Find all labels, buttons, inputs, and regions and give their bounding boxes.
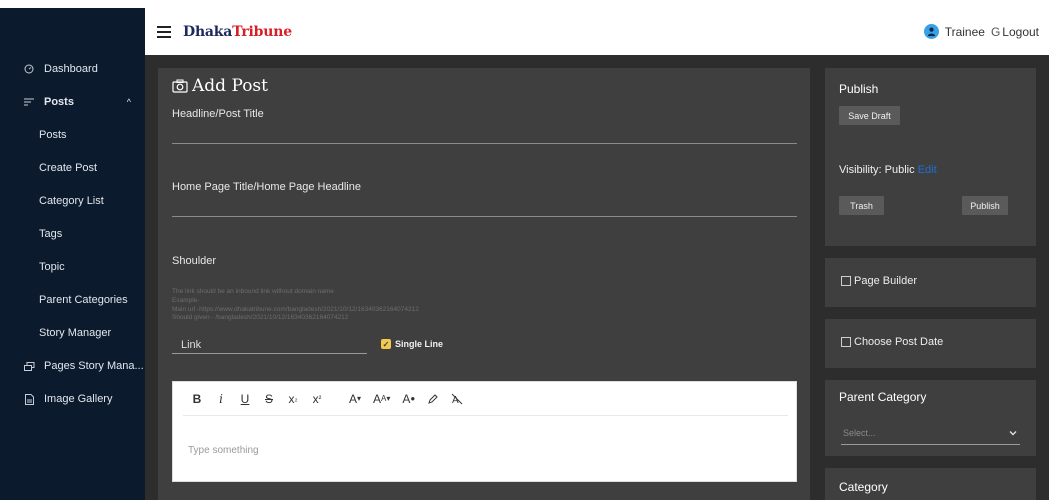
logout-button[interactable]: G Logout bbox=[991, 25, 1039, 39]
document-icon bbox=[22, 393, 36, 405]
visibility-edit-link[interactable]: Edit bbox=[918, 164, 937, 176]
dashboard-icon bbox=[22, 64, 36, 74]
clear-format-icon[interactable]: A bbox=[451, 391, 463, 407]
brand-logo[interactable]: DhakaTribune bbox=[183, 24, 292, 40]
choose-post-date-checkbox[interactable]: Choose Post Date bbox=[841, 336, 943, 348]
trash-button[interactable]: Trash bbox=[839, 196, 884, 215]
page-builder-checkbox[interactable]: Page Builder bbox=[841, 275, 917, 287]
editor-toolbar: B i U S x₂ x² A ▾ A A▾ A ● A bbox=[183, 382, 788, 416]
sidebar-item-label: Image Gallery bbox=[44, 393, 113, 405]
headline-label: Headline/Post Title bbox=[172, 108, 264, 120]
publish-card: Publish Save Draft Visibility: Public Ed… bbox=[825, 68, 1036, 246]
sidebar-item-posts[interactable]: Posts ^ bbox=[0, 91, 145, 113]
sidebar-item-pages-story-manager[interactable]: Pages Story Mana... bbox=[0, 355, 145, 377]
sidebar-subitem-category-list[interactable]: Category List bbox=[39, 190, 104, 212]
top-header: DhakaTribune Trainee G Logout bbox=[145, 8, 1049, 55]
editor-placeholder: Type something bbox=[188, 445, 259, 456]
page-title: Add Post bbox=[172, 76, 268, 96]
posts-list-icon bbox=[22, 98, 36, 106]
single-line-checkbox[interactable]: ✓ Single Line bbox=[381, 339, 443, 349]
sidebar-subitem-tags[interactable]: Tags bbox=[39, 223, 62, 245]
category-card: Category bbox=[825, 468, 1036, 500]
marker-icon[interactable] bbox=[427, 391, 439, 407]
superscript-icon[interactable]: x² bbox=[311, 391, 323, 407]
subscript-icon[interactable]: x₂ bbox=[287, 391, 299, 407]
home-headline-label: Home Page Title/Home Page Headline bbox=[172, 181, 361, 193]
category-title: Category bbox=[839, 480, 888, 494]
page-builder-card: Page Builder bbox=[825, 258, 1036, 307]
bold-icon[interactable]: B bbox=[191, 391, 203, 407]
camera-icon bbox=[172, 79, 188, 93]
chevron-up-icon: ^ bbox=[126, 97, 131, 107]
sidebar-item-label: Dashboard bbox=[44, 63, 98, 75]
sidebar-subitem-topic[interactable]: Topic bbox=[39, 256, 65, 278]
headline-input[interactable] bbox=[172, 143, 797, 144]
home-headline-input[interactable] bbox=[172, 216, 797, 217]
top-strip bbox=[0, 0, 1049, 8]
italic-icon[interactable]: i bbox=[215, 391, 227, 407]
visibility-status: Visibility: Public Edit bbox=[839, 164, 937, 176]
user-name[interactable]: Trainee bbox=[945, 25, 985, 39]
sidebar-item-label: Pages Story Mana... bbox=[44, 360, 144, 372]
publish-title: Publish bbox=[839, 82, 879, 96]
font-size-icon[interactable]: A A▾ bbox=[373, 391, 390, 407]
sidebar-item-dashboard[interactable]: Dashboard bbox=[0, 58, 145, 80]
strikethrough-icon[interactable]: S bbox=[263, 391, 275, 407]
sidebar-item-image-gallery[interactable]: Image Gallery bbox=[0, 388, 145, 410]
sidebar-subitem-parent-categories[interactable]: Parent Categories bbox=[39, 289, 128, 311]
sidebar: Dashboard Posts ^ Posts Create Post Cate… bbox=[0, 8, 145, 500]
shoulder-label[interactable]: Shoulder bbox=[172, 255, 216, 267]
sidebar-subitem-story-manager[interactable]: Story Manager bbox=[39, 322, 111, 344]
sidebar-subitem-create-post[interactable]: Create Post bbox=[39, 157, 97, 179]
chevron-down-icon bbox=[1009, 431, 1017, 436]
sidebar-subitem-posts[interactable]: Posts bbox=[39, 124, 67, 146]
link-input[interactable]: Link bbox=[172, 336, 367, 354]
user-area: Trainee G Logout bbox=[923, 8, 1039, 55]
post-date-card: Choose Post Date bbox=[825, 319, 1036, 368]
parent-category-card: Parent Category Select... bbox=[825, 380, 1036, 456]
add-post-card: Add Post Headline/Post Title Home Page T… bbox=[158, 68, 810, 500]
parent-category-select[interactable]: Select... bbox=[841, 423, 1020, 445]
checkbox-unchecked-icon bbox=[841, 276, 851, 286]
save-draft-button[interactable]: Save Draft bbox=[839, 106, 900, 125]
rich-text-editor[interactable]: B i U S x₂ x² A ▾ A A▾ A ● A Type something bbox=[172, 381, 797, 482]
pages-icon bbox=[22, 361, 36, 371]
link-help-text: The link should be an inbound link witho… bbox=[172, 288, 419, 322]
checkbox-checked-icon: ✓ bbox=[381, 339, 391, 349]
hamburger-menu-icon[interactable] bbox=[157, 25, 171, 38]
underline-icon[interactable]: U bbox=[239, 391, 251, 407]
font-color-icon[interactable]: A ▾ bbox=[349, 391, 361, 407]
publish-button[interactable]: Publish bbox=[962, 196, 1008, 215]
logout-icon: G bbox=[990, 24, 1001, 39]
user-avatar-icon[interactable] bbox=[923, 24, 939, 39]
checkbox-unchecked-icon bbox=[841, 337, 851, 347]
sidebar-item-label: Posts bbox=[44, 96, 74, 108]
highlight-color-icon[interactable]: A ● bbox=[402, 391, 415, 407]
parent-category-title: Parent Category bbox=[839, 390, 927, 404]
